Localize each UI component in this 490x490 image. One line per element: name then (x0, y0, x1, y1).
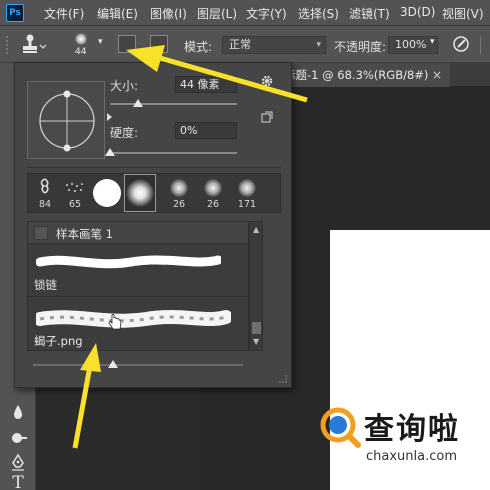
arrow-to-brush-picker (159, 55, 308, 103)
watermark-brand: 查询啦 (364, 412, 460, 447)
magnifier-logo-icon (318, 405, 362, 449)
watermark-url: chaxunla.com (366, 449, 457, 464)
arrow-to-brush-list (72, 365, 93, 449)
arrow-head (126, 45, 165, 72)
arrow-head (80, 343, 101, 372)
